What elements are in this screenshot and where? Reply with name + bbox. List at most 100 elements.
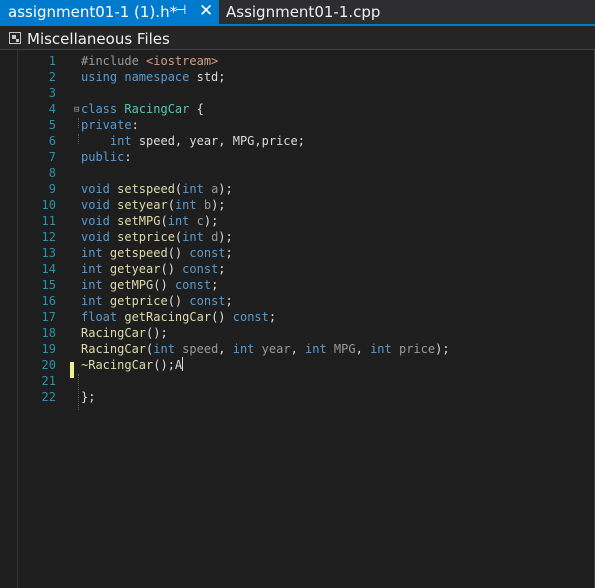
code-token: setspeed <box>117 182 175 196</box>
code-line[interactable]: 1 #include <iostream> <box>0 53 595 69</box>
code-token: std; <box>196 70 226 84</box>
code-token: <iostream> <box>146 54 219 68</box>
code-token: speed <box>182 342 219 356</box>
code-text[interactable]: public: <box>81 149 132 165</box>
code-line[interactable]: 9 void setspeed(int a); <box>0 181 595 197</box>
code-text[interactable]: private: <box>81 117 139 133</box>
code-line[interactable]: 8 <box>0 165 595 181</box>
code-text[interactable]: void setyear(int b); <box>81 197 226 213</box>
tab-assignment01-1-cpp[interactable]: Assignment01-1.cpp <box>219 0 380 24</box>
code-token: int <box>109 134 139 148</box>
code-text[interactable]: int speed, year, MPG,price; <box>81 133 305 149</box>
line-number: 12 <box>41 230 56 244</box>
line-number: 4 <box>48 102 56 116</box>
code-token: void <box>81 182 118 196</box>
code-text[interactable]: void setMPG(int c); <box>81 213 218 229</box>
line-number: 16 <box>41 294 56 308</box>
code-token: ; <box>218 262 226 276</box>
indent-guide <box>78 134 79 144</box>
pin-icon[interactable]: ⊣ <box>175 3 186 18</box>
code-token: , <box>290 342 306 356</box>
line-number: 8 <box>48 166 56 180</box>
line-number: 10 <box>41 198 56 212</box>
code-line[interactable]: 5 private: <box>0 117 595 133</box>
code-token: float <box>81 310 125 324</box>
code-line[interactable]: 3 <box>0 85 595 101</box>
code-text[interactable]: int getMPG() const; <box>81 277 218 293</box>
code-text[interactable]: #include <iostream> <box>81 53 218 69</box>
code-text[interactable]: int getprice() const; <box>81 293 233 309</box>
code-text[interactable]: int getyear() const; <box>81 261 226 277</box>
tab-bar: assignment01-1 (1).h* ⊣ ✕ Assignment01-1… <box>0 0 595 26</box>
code-token: using <box>81 70 125 84</box>
code-token: setprice <box>117 230 175 244</box>
code-token: getspeed <box>109 246 168 260</box>
code-text[interactable]: RacingCar(); <box>81 325 168 341</box>
code-token: #include <box>81 54 147 68</box>
code-token: b <box>203 198 212 212</box>
code-editor[interactable]: 1 #include <iostream> 2 using namespace std… <box>0 50 595 588</box>
code-token: speed, year, MPG,price; <box>138 134 305 148</box>
code-text[interactable]: RacingCar(int speed, int year, int MPG, … <box>81 341 450 357</box>
indent-guide <box>78 118 79 128</box>
code-token: (); <box>146 326 168 340</box>
code-token: int <box>81 294 110 308</box>
line-number: 17 <box>41 310 56 324</box>
code-text[interactable]: using namespace std; <box>81 69 226 85</box>
code-text[interactable]: float getRacingCar() const; <box>81 309 276 325</box>
code-line[interactable]: 2 using namespace std; <box>0 69 595 85</box>
tab-assignment01-1-h[interactable]: assignment01-1 (1).h* ⊣ ✕ <box>0 0 219 24</box>
unsaved-change-marker <box>70 362 74 378</box>
code-line[interactable]: 16 int getprice() const; <box>0 293 595 309</box>
code-line[interactable]: 17 float getRacingCar() const; <box>0 309 595 325</box>
code-token: ); <box>218 230 233 244</box>
code-token: () <box>167 294 190 308</box>
code-token: void <box>81 214 118 228</box>
code-token: int <box>81 246 110 260</box>
code-line[interactable]: 19 RacingCar(int speed, int year, int MPG… <box>0 341 595 357</box>
code-line[interactable]: 11 void setMPG(int c); <box>0 213 595 229</box>
code-token: int <box>174 198 204 212</box>
close-icon[interactable]: ✕ <box>199 1 213 21</box>
code-token: void <box>81 198 118 212</box>
line-number: 2 <box>48 70 56 84</box>
code-line[interactable]: 12 void setprice(int d); <box>0 229 595 245</box>
code-token: ); <box>203 214 219 228</box>
code-line[interactable]: 14 int getyear() const; <box>0 261 595 277</box>
code-text[interactable]: void setprice(int d); <box>81 229 233 245</box>
code-token: getprice <box>109 294 168 308</box>
code-token: () <box>211 310 233 324</box>
code-line[interactable]: 22}; <box>0 389 595 405</box>
code-text[interactable]: class RacingCar { <box>81 101 204 117</box>
code-line[interactable]: 21 <box>0 373 595 389</box>
code-token: int <box>81 262 110 276</box>
code-token: setMPG <box>117 214 161 228</box>
code-token: class <box>81 102 125 116</box>
line-number: 22 <box>41 390 56 404</box>
code-token: RacingCar <box>124 102 190 116</box>
code-text[interactable]: ~RacingCar();A <box>81 357 184 373</box>
code-line[interactable]: 4 class RacingCar { <box>0 101 595 117</box>
code-token: ( <box>167 198 175 212</box>
code-token: int <box>182 182 212 196</box>
code-text[interactable]: }; <box>81 389 95 405</box>
code-line[interactable]: 20 ~RacingCar();A <box>0 357 595 373</box>
code-line[interactable]: 18 RacingCar(); <box>0 325 595 341</box>
code-line[interactable]: 13 int getspeed() const; <box>0 245 595 261</box>
code-token: getMPG <box>109 278 154 292</box>
code-text[interactable]: void setspeed(int a); <box>81 181 233 197</box>
collapse-icon[interactable]: ⊟ <box>74 105 79 115</box>
navigation-bar[interactable]: Miscellaneous Files <box>0 26 595 50</box>
line-number: 5 <box>48 118 56 132</box>
code-token: : <box>131 118 139 132</box>
code-line[interactable]: 6 int speed, year, MPG,price; <box>0 133 595 149</box>
tab-label: Assignment01-1.cpp <box>226 3 381 21</box>
code-line[interactable]: 7 public: <box>0 149 595 165</box>
code-line[interactable]: 15 int getMPG() const; <box>0 277 595 293</box>
code-token: MPG <box>333 342 356 356</box>
code-token: ; <box>225 294 233 308</box>
code-token: ); <box>218 182 233 196</box>
code-text[interactable]: int getspeed() const; <box>81 245 233 261</box>
code-token: const <box>182 262 219 276</box>
code-line[interactable]: 10 void setyear(int b); <box>0 197 595 213</box>
